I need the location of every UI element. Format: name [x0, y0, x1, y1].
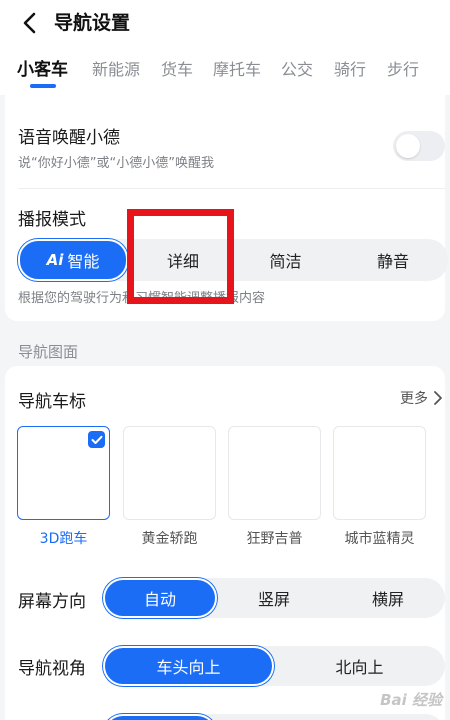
checkmark-icon — [88, 431, 105, 448]
car-icon-option-wild-jeep[interactable] — [228, 426, 321, 520]
more-car-icons-link[interactable]: 更多 — [400, 388, 445, 408]
voice-wake-toggle[interactable] — [393, 131, 445, 161]
car-icon-option-3d-sports[interactable] — [17, 426, 110, 520]
back-button[interactable] — [14, 8, 44, 38]
top-bar: 导航设置 小客车 新能源 货车 摩托车 公交 骑行 步行 — [0, 0, 450, 95]
chevron-left-icon — [23, 12, 36, 34]
car-icon-title: 导航车标 — [18, 392, 86, 412]
vehicle-tabs: 小客车 新能源 货车 摩托车 公交 骑行 步行 — [0, 54, 450, 90]
view-option-heading-up[interactable]: 车头向上 — [103, 646, 274, 686]
annotation-highlight-box — [127, 209, 234, 304]
orientation-option-portrait[interactable]: 竖屏 — [217, 578, 331, 618]
active-tab-indicator — [30, 84, 56, 88]
page-title: 导航设置 — [54, 12, 131, 34]
car-label: 黄金轿跑 — [141, 531, 198, 547]
tab-motorcycle[interactable]: 摩托车 — [213, 54, 261, 90]
ai-badge: Ai — [46, 251, 64, 269]
car-label: 狂野吉普 — [246, 531, 303, 547]
section-label-nav-display: 导航图面 — [18, 343, 79, 361]
view-angle-title: 导航视角 — [18, 659, 86, 679]
broadcast-option-smart[interactable]: Ai 智能 — [18, 239, 128, 281]
broadcast-option-concise[interactable]: 简洁 — [233, 239, 338, 281]
more-label: 更多 — [400, 391, 428, 407]
toggle-knob — [396, 134, 420, 158]
car-label: 城市蓝精灵 — [344, 531, 415, 547]
tab-new-energy[interactable]: 新能源 — [92, 54, 140, 90]
nav-display-card: 导航车标 更多 3D跑车 黄金轿跑 狂野吉普 城市蓝精灵 屏幕方向 自动 竖屏 … — [5, 366, 445, 720]
orientation-option-auto[interactable]: 自动 — [103, 578, 217, 618]
tab-walking[interactable]: 步行 — [387, 54, 419, 90]
voice-wake-subtitle: 说“你好小德”或“小德小德”唤醒我 — [18, 156, 214, 171]
orientation-option-landscape[interactable]: 横屏 — [331, 578, 445, 618]
orientation-selector: 自动 竖屏 横屏 — [103, 578, 445, 618]
view-angle-selector: 车头向上 北向上 — [103, 646, 445, 686]
option-label: 智能 — [67, 252, 100, 271]
car-icon-option-golden-coupe[interactable] — [123, 426, 216, 520]
next-setting-selector — [103, 714, 445, 720]
divider — [18, 188, 445, 189]
broadcast-option-mute[interactable]: 静音 — [338, 239, 448, 281]
broadcast-mode-title: 播报模式 — [18, 210, 86, 230]
chevron-right-icon — [434, 391, 442, 405]
view-option-north-up[interactable]: 北向上 — [274, 646, 445, 686]
voice-wake-title: 语音唤醒小德 — [18, 128, 120, 148]
car-label: 3D跑车 — [39, 531, 88, 547]
tab-bus[interactable]: 公交 — [281, 54, 313, 90]
car-icon-option-city-blue[interactable] — [333, 426, 426, 520]
watermark: Bai 经验 — [380, 691, 442, 709]
orientation-title: 屏幕方向 — [18, 592, 86, 612]
tab-truck[interactable]: 货车 — [161, 54, 193, 90]
tab-cycling[interactable]: 骑行 — [334, 54, 366, 90]
next-setting-option[interactable] — [103, 714, 217, 720]
